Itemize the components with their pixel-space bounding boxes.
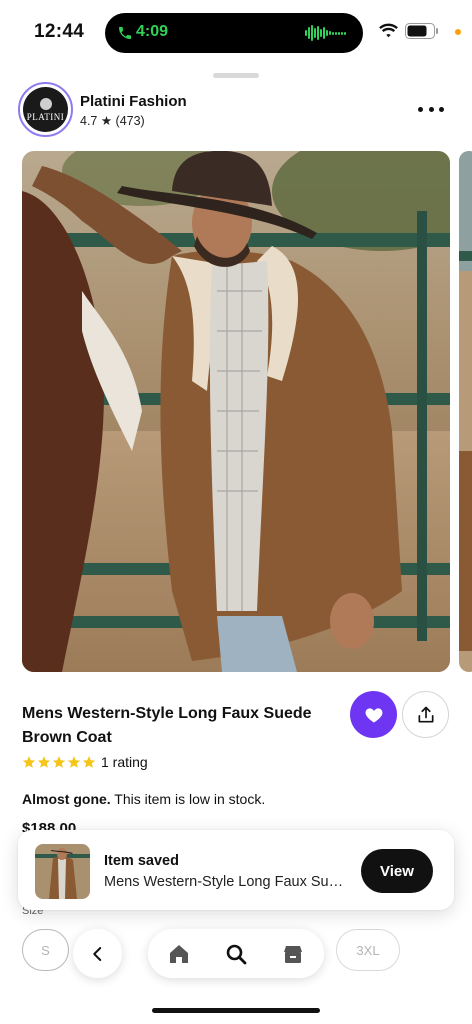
audio-wave-icon — [305, 25, 349, 41]
back-button[interactable] — [73, 929, 122, 978]
battery-icon — [405, 23, 438, 39]
toast-product-thumbnail — [35, 844, 90, 899]
star-icon — [67, 756, 81, 768]
product-title: Mens Western-Style Long Faux Suede Brown… — [22, 705, 312, 746]
product-rating[interactable]: 1 rating — [22, 754, 148, 770]
view-button[interactable]: View — [361, 849, 433, 893]
share-icon — [418, 706, 433, 722]
shop-name[interactable]: Platini Fashion — [80, 93, 187, 110]
shop-logo-text: PLATINI — [26, 111, 65, 122]
item-saved-toast: Item saved Mens Western-Style Long Faux … — [18, 830, 454, 910]
shop-header: PLATINI Platini Fashion 4.7 ★ (473) — [18, 82, 454, 138]
status-time: 12:44 — [34, 21, 85, 42]
bottom-nav — [148, 929, 324, 978]
shop-icon[interactable] — [280, 941, 306, 967]
star-icon — [52, 756, 66, 768]
home-icon[interactable] — [166, 941, 192, 967]
phone-icon — [119, 27, 131, 39]
logo-emblem-icon — [39, 97, 52, 110]
stock-status-bold: Almost gone. — [22, 791, 111, 807]
shop-rating: 4.7 ★ (473) — [80, 114, 145, 128]
status-bar: 12:44 4:09 — [0, 0, 472, 64]
sheet-grabber[interactable] — [213, 73, 259, 78]
size-option-s[interactable]: S — [22, 929, 69, 971]
star-icon — [82, 756, 96, 768]
stock-status-text: This item is low in stock. — [110, 791, 266, 807]
chevron-left-icon — [92, 946, 101, 961]
search-icon[interactable] — [223, 941, 249, 967]
rating-count: 1 rating — [101, 754, 148, 770]
wifi-icon — [379, 23, 398, 38]
share-button[interactable] — [402, 691, 449, 738]
next-product-image[interactable] — [459, 151, 472, 672]
star-icon — [22, 756, 36, 768]
dynamic-island[interactable]: 4:09 — [105, 13, 363, 53]
favorite-button[interactable] — [350, 691, 397, 738]
call-duration: 4:09 — [136, 23, 169, 40]
star-icon — [37, 756, 51, 768]
toast-title: Item saved — [104, 853, 179, 869]
shop-logo[interactable]: PLATINI — [18, 82, 73, 137]
product-image[interactable] — [22, 151, 450, 672]
more-icon[interactable] — [418, 102, 444, 116]
toast-subtitle: Mens Western-Style Long Faux Suede Brown… — [104, 874, 350, 890]
privacy-indicator — [455, 29, 461, 35]
heart-icon — [365, 707, 382, 722]
size-option-3xl[interactable]: 3XL — [336, 929, 400, 971]
home-indicator[interactable] — [152, 1008, 320, 1013]
stock-status: Almost gone. This item is low in stock. — [22, 791, 265, 807]
